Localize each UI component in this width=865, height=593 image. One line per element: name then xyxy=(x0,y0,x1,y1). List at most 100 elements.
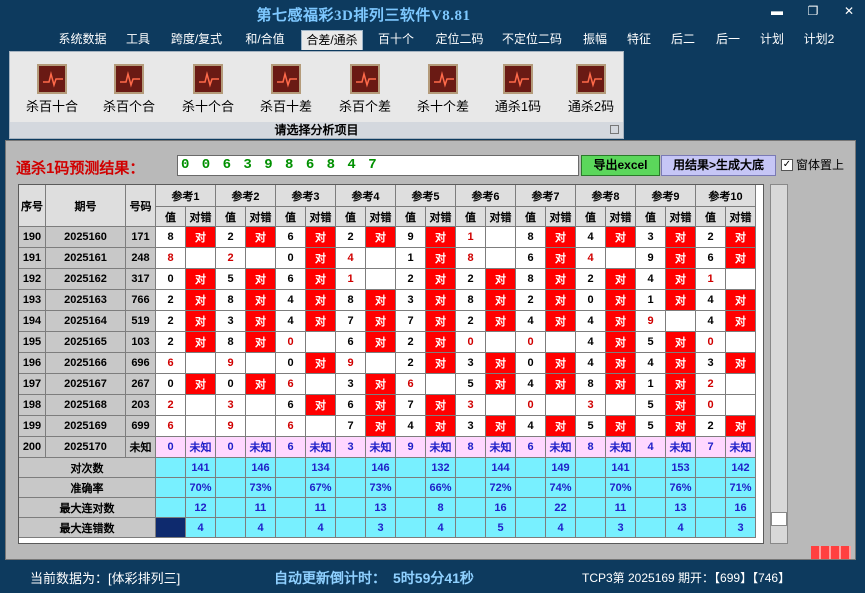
ref-value: 6 xyxy=(516,437,546,458)
ref-value: 6 xyxy=(336,332,366,353)
ref-value: 0 xyxy=(276,332,306,353)
menu-item-1[interactable]: 系统数据 xyxy=(55,30,110,50)
stat-blank xyxy=(516,458,546,478)
ref-hit xyxy=(366,248,396,269)
stat-value: 149 xyxy=(546,458,576,478)
row-issue: 2025161 xyxy=(46,248,126,269)
table-scrollbar[interactable] xyxy=(770,184,788,544)
menu-item-6[interactable]: 百十个 xyxy=(376,30,416,50)
ref-value: 9 xyxy=(336,353,366,374)
menu-item-11[interactable]: 后二 xyxy=(668,30,698,50)
checkbox-box[interactable]: ✓ xyxy=(781,158,793,171)
stat-value: 3 xyxy=(726,518,756,538)
ref-hit xyxy=(306,416,336,437)
ref-hit: 对 xyxy=(546,416,576,437)
row-seq: 198 xyxy=(19,395,46,416)
menu-item-4[interactable]: 和/合值 xyxy=(241,30,289,50)
row-issue: 2025164 xyxy=(46,311,126,332)
menu-item-14[interactable]: 计划2 xyxy=(802,30,836,50)
ref-hit: 对 xyxy=(366,227,396,248)
ref-hit: 对 xyxy=(246,332,276,353)
stat-blank xyxy=(456,478,486,498)
ref-value: 3 xyxy=(636,227,666,248)
ribbon-button-6[interactable]: 杀十个差 xyxy=(407,64,479,115)
prediction-result-field[interactable]: 0 0 6 3 9 8 6 8 4 7 xyxy=(177,155,579,176)
header-hit: 对错 xyxy=(666,207,696,227)
header-value: 值 xyxy=(576,207,606,227)
ref-hit: 对 xyxy=(426,227,456,248)
dialog-launcher-icon[interactable] xyxy=(610,125,619,134)
ref-hit: 未知 xyxy=(426,437,456,458)
menu-item-13[interactable]: 计划 xyxy=(757,30,787,50)
menu-item-12[interactable]: 后一 xyxy=(713,30,743,50)
stat-blank xyxy=(636,458,666,478)
ref-value: 2 xyxy=(216,227,246,248)
row-code: 317 xyxy=(126,269,156,290)
ref-value: 5 xyxy=(456,374,486,395)
ribbon-button-5[interactable]: 杀百个差 xyxy=(329,64,401,115)
stat-value: 67% xyxy=(306,478,336,498)
ribbon-button-label: 杀百十合 xyxy=(25,99,78,114)
prediction-table: 序号 期号 号码 参考1 值对错 参考2 值对错 参考3 值对错 参考4 值对错 参考5 值对错 参考6 值… xyxy=(18,184,764,544)
on-top-checkbox[interactable]: ✓ 窗体置上 xyxy=(781,156,844,173)
ref-hit: 未知 xyxy=(246,437,276,458)
ref-hit: 对 xyxy=(666,332,696,353)
minimize-icon[interactable]: ▬ xyxy=(769,4,785,18)
ribbon-button-7[interactable]: 通杀1码 xyxy=(482,64,554,115)
menu-item-2[interactable]: 工具 xyxy=(122,30,154,50)
ref-hit: 对 xyxy=(186,374,216,395)
stat-value: 70% xyxy=(186,478,216,498)
ref-value: 2 xyxy=(456,311,486,332)
ref-hit: 对 xyxy=(606,374,636,395)
close-icon[interactable]: ✕ xyxy=(841,4,857,18)
stat-blank xyxy=(636,518,666,538)
menu-item-9[interactable]: 振幅 xyxy=(580,30,610,50)
ref-value: 0 xyxy=(696,332,726,353)
stat-blank xyxy=(276,478,306,498)
row-seq: 191 xyxy=(19,248,46,269)
scrollbar-thumb[interactable] xyxy=(771,512,787,526)
generate-base-button[interactable]: 用结果>生成大底 xyxy=(661,155,776,176)
ref-value: 9 xyxy=(216,416,246,437)
ref-hit xyxy=(246,248,276,269)
ref-value: 3 xyxy=(456,416,486,437)
stat-blank xyxy=(516,518,546,538)
chart-icon xyxy=(193,64,223,94)
ref-hit: 对 xyxy=(186,290,216,311)
ref-hit: 对 xyxy=(246,227,276,248)
ref-value: 2 xyxy=(396,269,426,290)
menu-item-3[interactable]: 跨度/复式 xyxy=(168,30,225,50)
restore-icon[interactable]: ❐ xyxy=(805,4,821,18)
menu-item-5[interactable]: 合差/通杀 xyxy=(301,30,363,50)
ref-value: 3 xyxy=(576,395,606,416)
menu-item-8[interactable]: 不定位二码 xyxy=(500,30,564,50)
ref-value: 3 xyxy=(696,353,726,374)
ref-value: 4 xyxy=(696,311,726,332)
ribbon-button-8[interactable]: 通杀2码 xyxy=(555,64,627,115)
current-data-status: 当前数据为：[体彩排列三] xyxy=(30,571,181,586)
on-top-label: 窗体置上 xyxy=(796,158,845,172)
ref-value: 9 xyxy=(396,437,426,458)
ribbon-button-4[interactable]: 杀百十差 xyxy=(250,64,322,115)
export-excel-button[interactable]: 导出excel xyxy=(581,155,660,176)
stat-value: 16 xyxy=(486,498,516,518)
menu-item-10[interactable]: 特征 xyxy=(624,30,654,50)
stat-blank xyxy=(156,478,186,498)
ref-value: 4 xyxy=(576,311,606,332)
menu-item-7[interactable]: 定位二码 xyxy=(433,30,486,50)
ref-value: 4 xyxy=(516,374,546,395)
header-ref-group: 参考4 xyxy=(336,185,396,207)
stat-label: 对次数 xyxy=(19,458,156,478)
ribbon-button-2[interactable]: 杀百个合 xyxy=(93,64,165,115)
stat-blank xyxy=(636,478,666,498)
ribbon-button-1[interactable]: 杀百十合 xyxy=(16,64,88,115)
ref-hit: 对 xyxy=(606,416,636,437)
stat-blank xyxy=(576,458,606,478)
ribbon-button-3[interactable]: 杀十个合 xyxy=(172,64,244,115)
ref-hit: 对 xyxy=(306,248,336,269)
prediction-label: 通杀1码预测结果： xyxy=(16,160,145,177)
ref-value: 7 xyxy=(396,395,426,416)
ref-hit: 对 xyxy=(366,332,396,353)
stat-blank xyxy=(336,518,366,538)
stat-value: 13 xyxy=(666,498,696,518)
